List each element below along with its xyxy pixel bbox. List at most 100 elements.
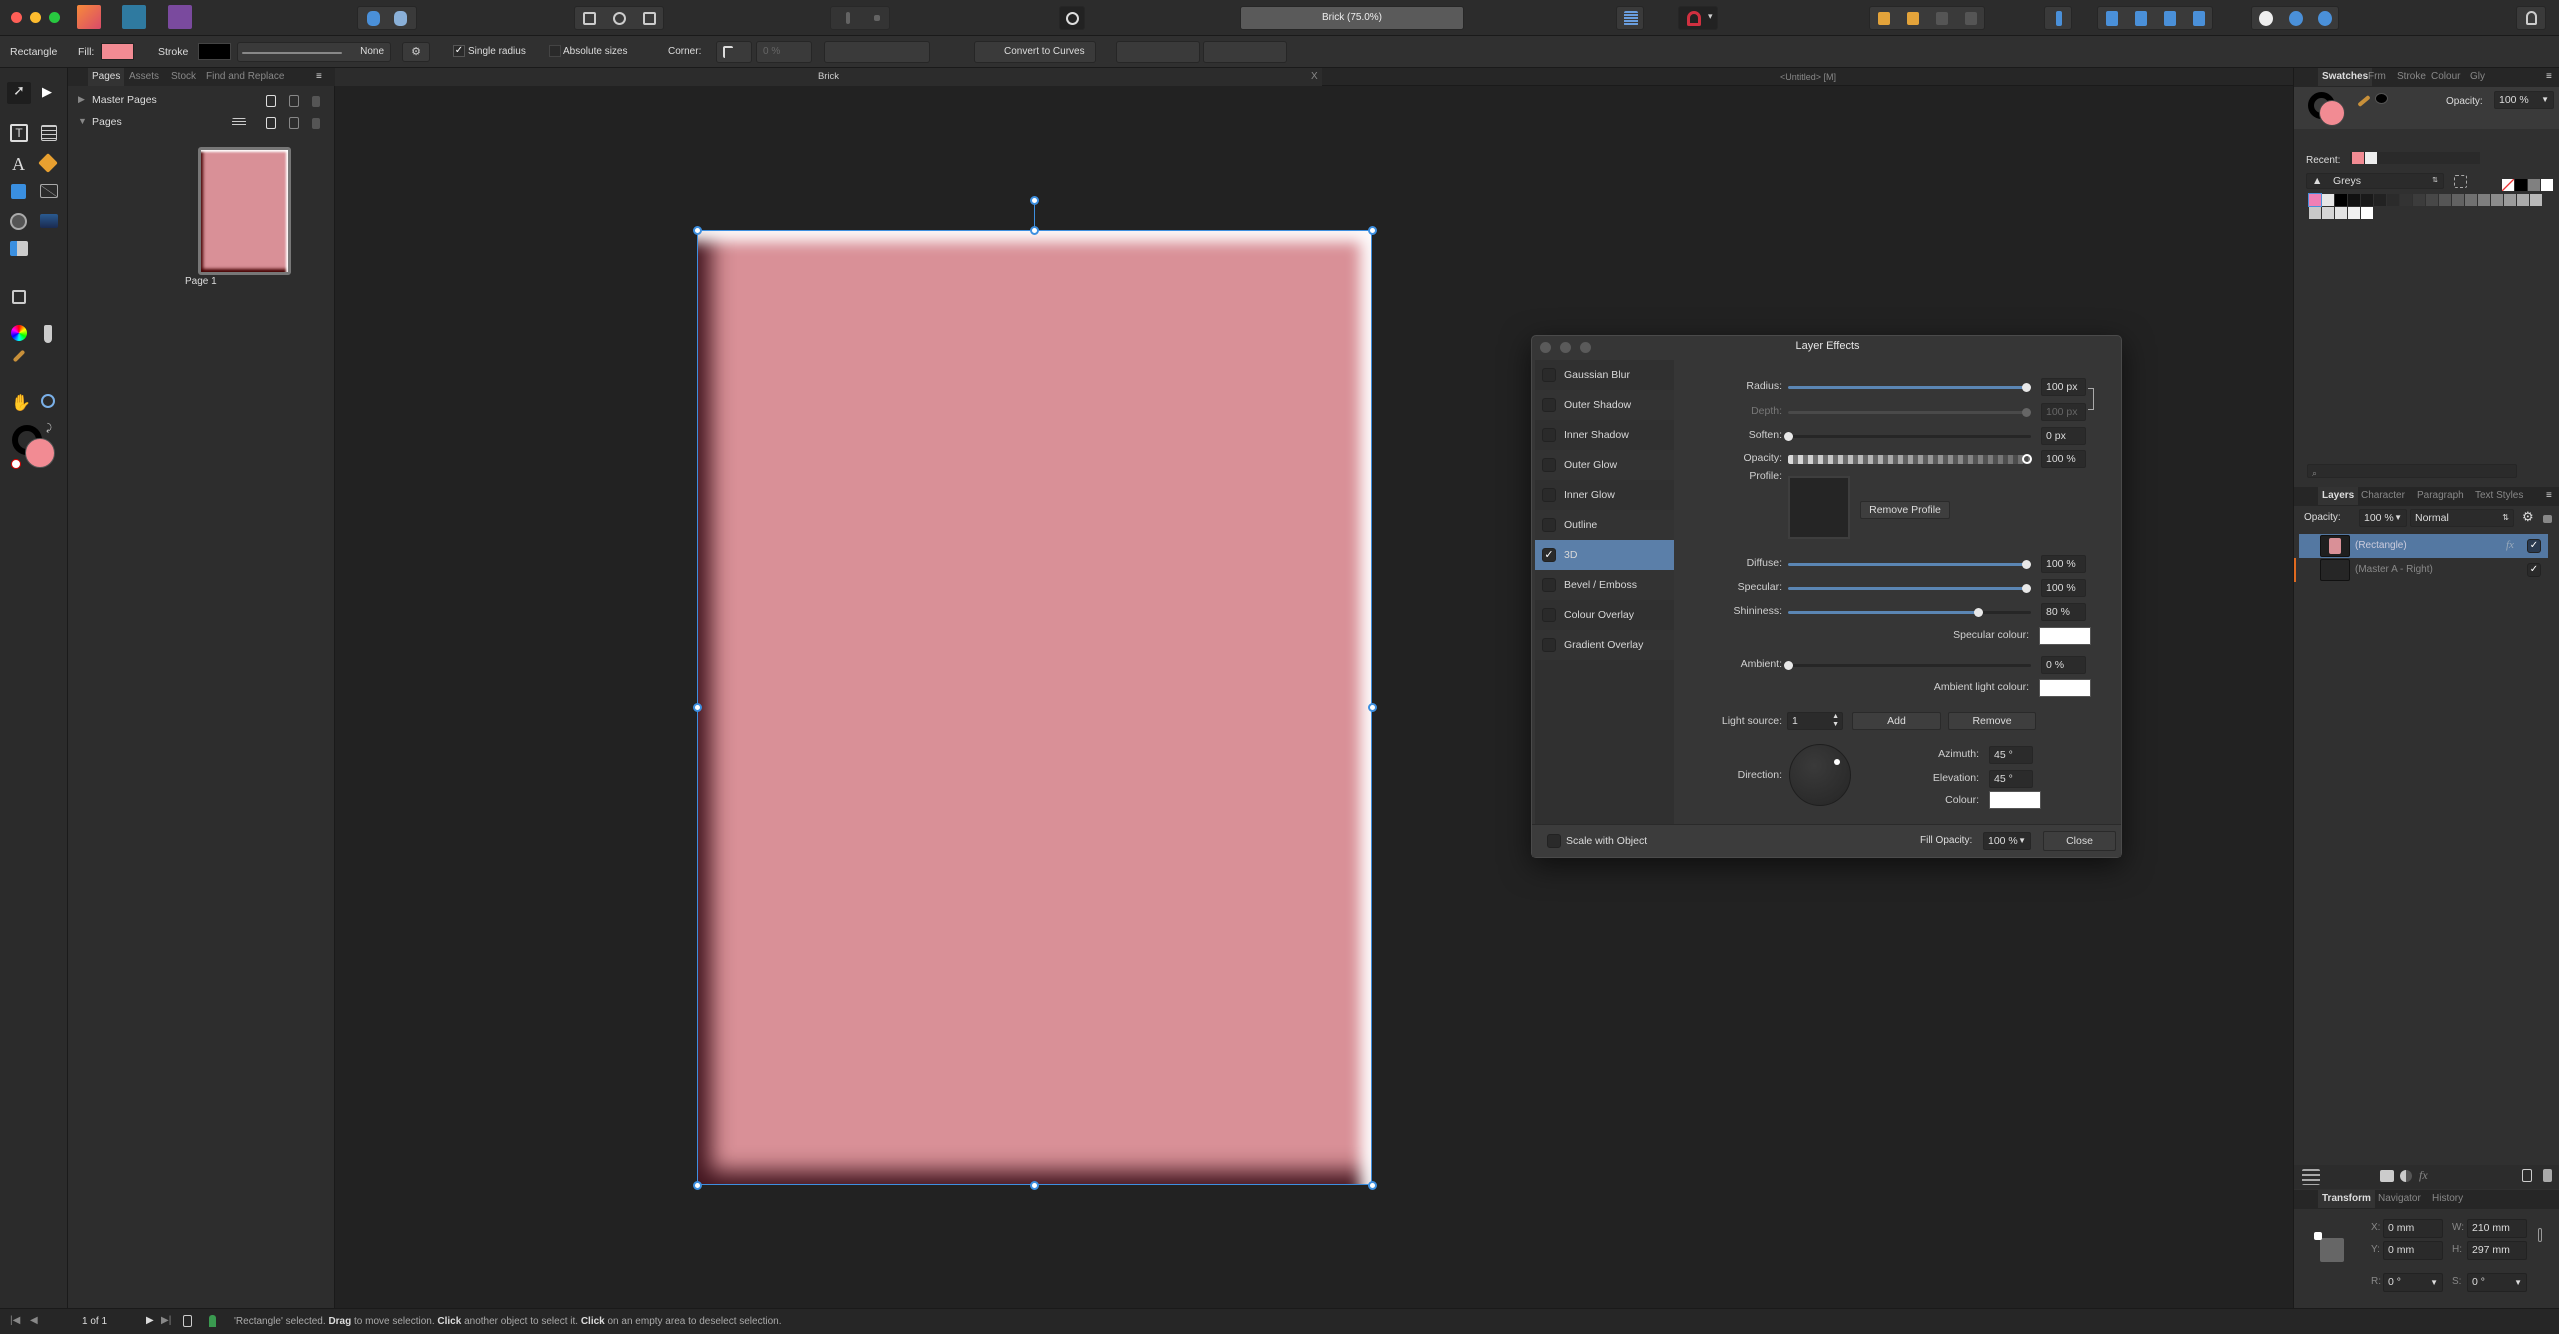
add-swatch-icon[interactable] — [2454, 175, 2467, 188]
recent-swatch[interactable] — [2352, 152, 2364, 164]
opacity-field[interactable]: 100 % — [2041, 450, 2086, 468]
page-view-icon[interactable] — [183, 1315, 192, 1327]
scale-with-object-checkbox[interactable] — [1547, 834, 1561, 848]
swatch[interactable] — [2387, 194, 2399, 206]
swatch[interactable] — [2504, 194, 2516, 206]
shininess-field[interactable]: 80 % — [2041, 603, 2086, 621]
ambient-slider[interactable] — [1788, 664, 2031, 667]
resize-handle-s[interactable] — [1029, 1180, 1039, 1190]
page-options-icon[interactable] — [232, 118, 246, 127]
specular-slider[interactable] — [1788, 587, 2031, 590]
depth-slider-knob[interactable] — [2022, 408, 2031, 417]
y-field[interactable]: 0 mm — [2383, 1241, 2443, 1260]
swatch[interactable] — [2348, 194, 2360, 206]
duplicate-page-icon[interactable] — [289, 117, 299, 129]
swatch[interactable] — [2517, 194, 2529, 206]
height-field[interactable]: 297 mm — [2467, 1241, 2527, 1260]
tab-stock[interactable]: Stock — [171, 68, 196, 86]
swatch[interactable] — [2335, 207, 2347, 219]
swatch[interactable] — [2374, 194, 2386, 206]
collapse-icon[interactable]: ▼ — [78, 116, 87, 126]
convert-to-curves-button[interactable]: Convert to Curves — [974, 41, 1096, 63]
resize-handle-se[interactable] — [1367, 1180, 1377, 1190]
swatch[interactable] — [2439, 194, 2451, 206]
align-vertical-buttons[interactable] — [1203, 41, 1287, 63]
resize-handle-w[interactable] — [692, 702, 702, 712]
depth-field[interactable]: 100 px — [2041, 403, 2086, 421]
tab-layers[interactable]: Layers — [2318, 487, 2359, 505]
designer-persona-icon[interactable] — [122, 5, 146, 29]
grey-swatch[interactable] — [2528, 179, 2540, 191]
radius-slider-knob[interactable] — [2022, 383, 2031, 392]
hand-tool-icon[interactable]: ✋ — [11, 393, 31, 413]
palette-dropdown[interactable]: ▲ Greys ⇅ — [2306, 173, 2444, 189]
settings-button[interactable]: ⚙ — [402, 42, 430, 62]
last-page-icon[interactable]: ▶| — [161, 1315, 171, 1326]
ambient-slider-knob[interactable] — [1784, 661, 1793, 670]
next-page-icon[interactable]: ▶ — [146, 1315, 154, 1326]
effect-checkbox[interactable] — [1542, 458, 1556, 472]
effect-item-3d[interactable]: ✓ 3D — [1535, 540, 1674, 570]
swatch[interactable] — [2335, 194, 2347, 206]
resize-handle-e[interactable] — [1367, 702, 1377, 712]
maximize-window-button[interactable] — [49, 12, 60, 23]
effect-item-inner-glow[interactable]: Inner Glow — [1535, 480, 1674, 510]
eyedropper-icon[interactable] — [2357, 94, 2371, 108]
node-tool-icon[interactable]: ▶ — [42, 84, 52, 100]
azimuth-field[interactable]: 45 ° — [1989, 746, 2033, 764]
swatch[interactable] — [2322, 207, 2334, 219]
colour-picker-wheel-icon[interactable] — [11, 325, 27, 341]
effect-checkbox[interactable] — [1542, 638, 1556, 652]
specular-colour-swatch[interactable] — [2039, 627, 2091, 645]
width-field[interactable]: 210 mm — [2467, 1219, 2527, 1238]
effect-item-colour-overlay[interactable]: Colour Overlay — [1535, 600, 1674, 630]
fx-icon[interactable]: fx — [2506, 539, 2514, 551]
close-dialog-button[interactable]: Close — [2043, 831, 2116, 851]
tab-pages[interactable]: Pages — [88, 68, 125, 86]
white-swatch[interactable] — [2541, 179, 2553, 191]
swatch[interactable] — [2491, 194, 2503, 206]
master-pages-row[interactable]: ▶ Master Pages — [68, 90, 333, 112]
close-tab-icon[interactable]: X — [1311, 71, 1318, 82]
profile-curve-box[interactable] — [1788, 476, 1850, 539]
effect-checkbox[interactable] — [1542, 608, 1556, 622]
soften-slider[interactable] — [1788, 435, 2031, 438]
swatch[interactable] — [2530, 194, 2542, 206]
boolean-buttons[interactable] — [2251, 6, 2339, 30]
swatch-opacity-dropdown[interactable]: 100 % ▼ — [2494, 91, 2554, 109]
add-layer-icon[interactable] — [2522, 1169, 2532, 1182]
x-field[interactable]: 0 mm — [2383, 1219, 2443, 1238]
light-source-stepper[interactable]: 1 ▲ ▼ — [1787, 712, 1843, 730]
delete-page-icon[interactable] — [312, 118, 320, 129]
swatch[interactable] — [2478, 194, 2490, 206]
tab-frame[interactable]: Frm — [2368, 68, 2386, 86]
resize-handle-ne[interactable] — [1367, 225, 1377, 235]
tab-assets[interactable]: Assets — [129, 68, 159, 86]
duplicate-master-icon[interactable] — [289, 95, 299, 107]
snapping-button[interactable]: ▾ — [1678, 6, 1718, 30]
opacity-slider[interactable] — [1788, 455, 2031, 464]
elevation-field[interactable]: 45 ° — [1989, 770, 2033, 788]
transparency-tool-icon[interactable] — [44, 325, 52, 343]
tab-navigator[interactable]: Navigator — [2378, 1190, 2421, 1208]
align-horizontal-buttons[interactable] — [1116, 41, 1200, 63]
layer-settings-gear-icon[interactable]: ⚙ — [2522, 509, 2534, 525]
layer-row-master[interactable]: (Master A - Right) ✓ — [2294, 558, 2548, 582]
crop-tool-icon[interactable] — [12, 290, 26, 304]
tab-text-styles[interactable]: Text Styles — [2475, 487, 2523, 505]
delete-layer-icon[interactable] — [2543, 1169, 2552, 1182]
effect-item-gaussian-blur[interactable]: Gaussian Blur — [1535, 360, 1674, 390]
stepper-arrows-icon[interactable]: ▲ ▼ — [1832, 713, 1839, 729]
tab-colour[interactable]: Colour — [2431, 68, 2460, 86]
effect-item-bevel-emboss[interactable]: Bevel / Emboss — [1535, 570, 1674, 600]
eyedropper-tool-icon[interactable] — [12, 349, 26, 363]
stroke-swatch[interactable] — [198, 43, 231, 60]
table-tool-icon[interactable] — [41, 125, 57, 141]
swatch[interactable] — [2361, 207, 2373, 219]
ambient-field[interactable]: 0 % — [2041, 656, 2086, 674]
single-radius-checkbox[interactable]: ✓ — [453, 45, 465, 57]
first-page-icon[interactable]: |◀ — [10, 1315, 20, 1326]
tab-history[interactable]: History — [2432, 1190, 2463, 1208]
shininess-slider[interactable] — [1788, 611, 2031, 614]
link-radius-depth-icon[interactable] — [2088, 388, 2094, 410]
